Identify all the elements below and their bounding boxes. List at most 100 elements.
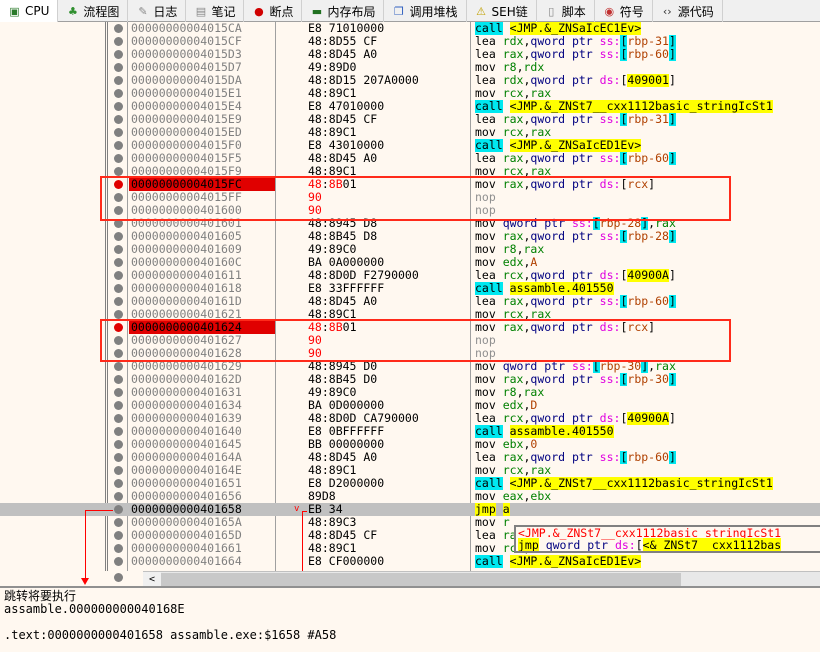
instruction-row[interactable]: 0000000000401651 E8 D2000000 call <JMP.&_Z…	[0, 477, 820, 490]
tab-source[interactable]: ‹› 源代码	[653, 0, 723, 22]
instruction-row[interactable]: 00000000004015CF 48:8D55 CF lea rdx,qword …	[0, 35, 820, 48]
instruction-row[interactable]: 00000000004015E9 48:8D45 CF lea rax,qword …	[0, 113, 820, 126]
byte-segment: 48:8D45 A0	[308, 294, 378, 308]
instruction-row[interactable]: 0000000000401605 48:8B45 D8 mov rax,qword …	[0, 230, 820, 243]
tab-script[interactable]: ▯ 脚本	[537, 0, 595, 22]
instruction-row[interactable]: 0000000000401664 E8 CF000000 call <JMP.&_Z…	[0, 555, 820, 568]
breakpoint-dot[interactable]	[114, 232, 123, 241]
disasm-token: mov	[475, 61, 503, 74]
instruction-row[interactable]: 00000000004015E1 48:89C1 mov rcx,rax	[0, 87, 820, 100]
instruction-row[interactable]: 0000000000401658 EB 34 jmp a	[0, 503, 820, 516]
instruction-row[interactable]: 000000000040164E 48:89C1 mov rcx,rax	[0, 464, 820, 477]
disasm-token	[503, 282, 510, 295]
breakpoint-dot[interactable]	[114, 573, 123, 582]
disasm-token: rbp-30	[627, 373, 669, 386]
instruction-row[interactable]: 000000000040164A 48:8D45 A0 lea rax,qword …	[0, 451, 820, 464]
breakpoint-dot[interactable]	[114, 518, 123, 527]
instruction-row[interactable]: 00000000004015F5 48:8D45 A0 lea rax,qword …	[0, 152, 820, 165]
disassembly-text: mov rax,qword ptr ss:[rbp-30]	[475, 373, 820, 386]
breakpoint-dot[interactable]	[114, 479, 123, 488]
disasm-token: ]	[668, 113, 676, 126]
tab-notes[interactable]: ▤ 笔记	[186, 0, 245, 22]
breakpoint-dot[interactable]	[114, 128, 123, 137]
instruction-row[interactable]: 0000000000401639 48:8D0D CA790000 lea rcx,…	[0, 412, 820, 425]
instruction-row[interactable]: 00000000004015ED 48:89C1 mov rcx,rax	[0, 126, 820, 139]
tab-symbol[interactable]: ◉ 符号	[595, 0, 653, 22]
disasm-token: rdx	[502, 35, 524, 48]
instruction-row[interactable]: 0000000000401611 48:8D0D F2790000 lea rcx,…	[0, 269, 820, 282]
disasm-token: assamble.401550	[509, 282, 614, 295]
breakpoint-dot[interactable]	[114, 310, 123, 319]
breakpoint-dot[interactable]	[114, 453, 123, 462]
breakpoint-dot[interactable]	[114, 297, 123, 306]
instruction-row[interactable]: 0000000000401656 89D8 mov eax,ebx	[0, 490, 820, 503]
breakpoint-dot[interactable]	[114, 89, 123, 98]
tab-seh[interactable]: ⚠ SEH链	[467, 0, 537, 22]
breakpoint-dot[interactable]	[114, 531, 123, 540]
instruction-row[interactable]: 00000000004015F0 E8 43010000 call <JMP.&_Z…	[0, 139, 820, 152]
disasm-token: lea	[475, 74, 503, 87]
breakpoint-dot[interactable]	[114, 388, 123, 397]
tab-tree[interactable]: ♣ 流程图	[58, 0, 129, 22]
breakpoint-dot[interactable]	[114, 271, 123, 280]
breakpoint-dot[interactable]	[114, 258, 123, 267]
breakpoint-dot[interactable]	[114, 427, 123, 436]
disassembly-view[interactable]: 00000000004015CA E8 71010000 call <JMP.&_Z…	[0, 22, 820, 571]
instruction-row[interactable]: 0000000000401645 BB 00000000 mov ebx,0	[0, 438, 820, 451]
disasm-token: rbp-60	[627, 451, 669, 464]
disasm-token: mov	[475, 542, 503, 555]
breakpoint-dot[interactable]	[114, 37, 123, 46]
scrollbar-thumb[interactable]	[161, 573, 681, 586]
byte-segment: E8 47010000	[308, 99, 385, 113]
disassembly-text: call <JMP.&_ZNSaIcED1Ev>	[475, 139, 820, 152]
breakpoint-dot[interactable]	[114, 362, 123, 371]
breakpoint-dot[interactable]	[114, 102, 123, 111]
disassembly-text: lea rdx,qword ptr ss:[rbp-31]	[475, 35, 820, 48]
breakpoint-dot[interactable]	[114, 154, 123, 163]
tab-label: 断点	[269, 4, 294, 19]
breakpoint-dot[interactable]	[114, 50, 123, 59]
disasm-token: rax	[530, 87, 552, 100]
tab-breakpoint[interactable]: ● 断点	[244, 0, 303, 22]
breakpoint-dot[interactable]	[114, 141, 123, 150]
tab-callstack[interactable]: ❐ 调用堆栈	[384, 0, 467, 22]
breakpoint-dot[interactable]	[114, 492, 123, 501]
disasm-token: ds:	[599, 269, 621, 282]
breakpoint-dot[interactable]	[114, 466, 123, 475]
instruction-row[interactable]: 0000000000401631 49:89C0 mov r8,rax	[0, 386, 820, 399]
breakpoint-dot[interactable]	[114, 505, 123, 514]
instruction-row[interactable]: 000000000040162D 48:8B45 D0 mov rax,qword …	[0, 373, 820, 386]
breakpoint-dot[interactable]	[114, 24, 123, 33]
breakpoint-dot[interactable]	[114, 401, 123, 410]
breakpoint-dot[interactable]	[114, 63, 123, 72]
instruction-row[interactable]: 00000000004015E4 E8 47010000 call <JMP.&_Z…	[0, 100, 820, 113]
breakpoint-dot[interactable]	[114, 284, 123, 293]
instruction-row[interactable]: 00000000004015D3 48:8D45 A0 lea rax,qword …	[0, 48, 820, 61]
tab-memory[interactable]: ▬ 内存布局	[302, 0, 385, 22]
instruction-row[interactable]: 0000000000401609 49:89C0 mov r8,rax	[0, 243, 820, 256]
breakpoint-dot[interactable]	[114, 544, 123, 553]
disasm-token: <JMP.&_ZNSaIcEC1Ev>	[509, 22, 642, 35]
breakpoint-dot[interactable]	[114, 375, 123, 384]
instruction-row[interactable]: 00000000004015DA 48:8D15 207A0000 lea rdx,…	[0, 74, 820, 87]
instruction-row[interactable]: 0000000000401640 E8 0BFFFFFF call assamble…	[0, 425, 820, 438]
disassembly-text: call <JMP.&_ZNSt7__cxx1112basic_stringIc…	[475, 477, 820, 490]
tab-log[interactable]: ✎ 日志	[128, 0, 187, 22]
breakpoint-dot[interactable]	[114, 414, 123, 423]
breakpoint-dot[interactable]	[114, 76, 123, 85]
breakpoint-dot[interactable]	[114, 245, 123, 254]
disasm-token: lea	[475, 451, 503, 464]
breakpoint-dot[interactable]	[114, 115, 123, 124]
horizontal-scrollbar[interactable]: <	[143, 571, 820, 587]
disasm-token: lea	[475, 529, 503, 542]
scroll-left-button[interactable]: <	[143, 572, 161, 587]
breakpoint-dot[interactable]	[114, 440, 123, 449]
instruction-row[interactable]: 00000000004015CA E8 71010000 call <JMP.&_Z…	[0, 22, 820, 35]
tab-cpu[interactable]: ▣ CPU	[0, 0, 59, 22]
breakpoint-dot[interactable]	[114, 167, 123, 176]
instruction-row[interactable]: 000000000040161D 48:8D45 A0 lea rax,qword …	[0, 295, 820, 308]
tab-label: 流程图	[83, 4, 120, 19]
breakpoint-dot[interactable]	[114, 557, 123, 566]
instruction-row[interactable]: 0000000000401618 E8 33FFFFFF call assamble…	[0, 282, 820, 295]
byte-segment: 48:8D45 A0	[308, 151, 378, 165]
